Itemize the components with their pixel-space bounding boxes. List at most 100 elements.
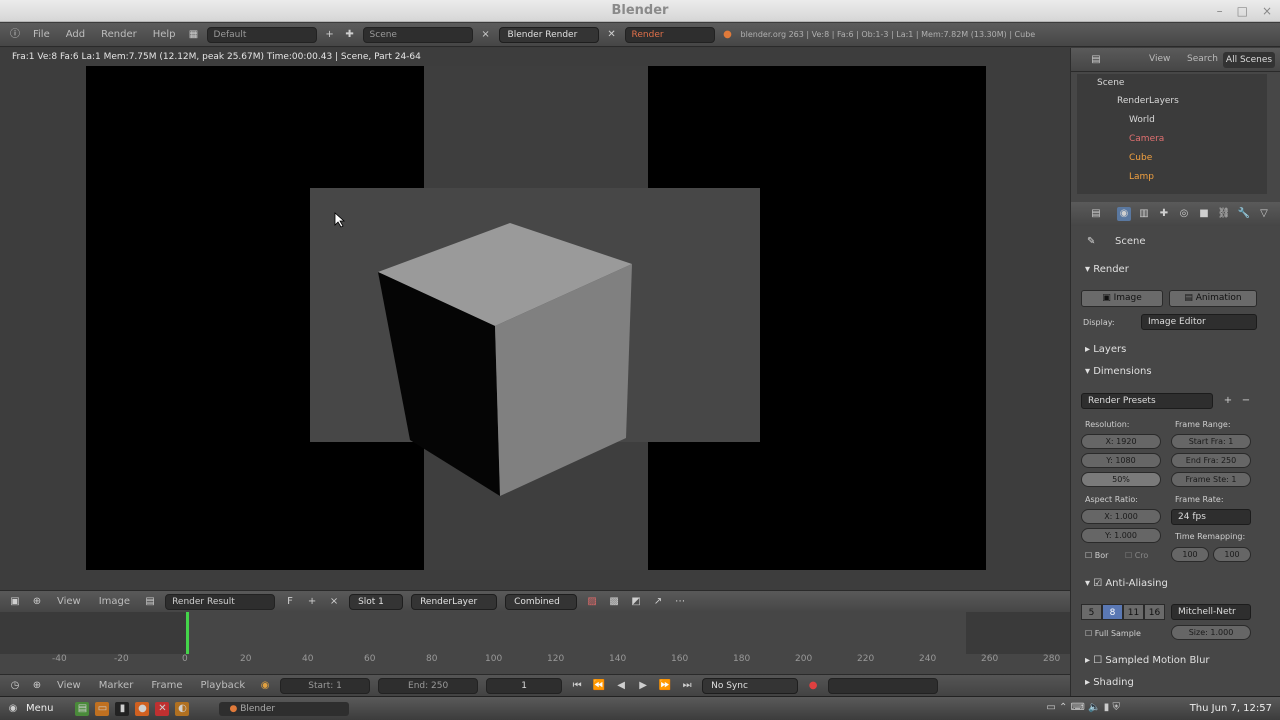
terminal-launcher-icon[interactable]: ▮ — [115, 701, 130, 716]
time-remap-old-field[interactable]: 100 — [1171, 547, 1209, 562]
resolution-percentage-slider[interactable]: 50% — [1081, 472, 1161, 487]
add-preset-icon[interactable]: + — [1221, 394, 1235, 408]
render-panel-header[interactable]: ▾ Render — [1085, 264, 1129, 275]
end-frame-prop-field[interactable]: End Fra: 250 — [1171, 453, 1251, 468]
minimize-button[interactable]: – — [1217, 4, 1223, 18]
aa-sample-11[interactable]: 11 — [1123, 604, 1144, 620]
shield-icon[interactable]: ⛨ — [1113, 702, 1121, 713]
sync-mode-dropdown[interactable]: No Sync — [702, 677, 799, 694]
aa-sample-5[interactable]: 5 — [1081, 604, 1102, 620]
timeline-menu-marker[interactable]: Marker — [94, 680, 139, 691]
remove-scene-icon[interactable]: × — [479, 28, 493, 42]
uv-icon[interactable]: ⋯ — [673, 595, 687, 609]
aa-sample-8[interactable]: 8 — [1102, 604, 1123, 620]
image-name-field[interactable]: Render Result — [165, 593, 276, 610]
outliner-type-icon[interactable]: ▤ — [1089, 53, 1103, 67]
render-presets-dropdown[interactable]: Render Presets — [1081, 393, 1213, 409]
outliner-menu-view[interactable]: View — [1149, 54, 1170, 64]
aa-sample-16[interactable]: 16 — [1144, 604, 1165, 620]
shading-panel-header[interactable]: ▸ Shading — [1085, 677, 1134, 688]
keying-set-field[interactable] — [828, 677, 939, 694]
aspect-y-field[interactable]: Y: 1.000 — [1081, 528, 1161, 543]
anti-aliasing-panel-header[interactable]: ▾ ☑ Anti-Aliasing — [1085, 578, 1168, 589]
image-editor-viewport[interactable] — [0, 48, 1070, 590]
maximize-button[interactable]: □ — [1237, 4, 1248, 18]
crop-checkbox[interactable]: ☐ Cro — [1125, 551, 1148, 560]
image-editor-type-icon[interactable]: ▣ — [8, 595, 22, 609]
world-tab-icon[interactable]: ◎ — [1177, 207, 1191, 221]
menu-icon[interactable]: ◉ — [6, 702, 20, 716]
timeline-type-icon[interactable]: ◷ — [8, 679, 22, 693]
taskbar-blender-window[interactable]: ● Blender — [219, 701, 350, 716]
menu-add[interactable]: Add — [61, 29, 90, 40]
jump-end-icon[interactable]: ⏭ — [680, 679, 694, 693]
aa-size-field[interactable]: Size: 1.000 — [1171, 625, 1251, 640]
outliner-menu-search[interactable]: Search — [1187, 54, 1218, 64]
render-pass-dropdown[interactable]: Combined — [505, 593, 578, 610]
close-button[interactable]: × — [1262, 4, 1272, 18]
folder-launcher-icon[interactable]: ▭ — [95, 701, 110, 716]
frame-step-field[interactable]: Frame Ste: 1 — [1171, 472, 1251, 487]
end-frame-field[interactable]: End: 250 — [378, 677, 479, 694]
image-unlink-icon[interactable]: × — [327, 595, 341, 609]
files-launcher-icon[interactable]: ▤ — [75, 701, 90, 716]
battery-icon[interactable]: ▮ — [1104, 702, 1110, 713]
render-tab-icon[interactable]: ◉ — [1117, 207, 1131, 221]
resolution-x-field[interactable]: X: 1920 — [1081, 434, 1161, 449]
scene-tab-icon[interactable]: ✚ — [1157, 207, 1171, 221]
pin-context-icon[interactable]: ✎ — [1087, 236, 1095, 247]
render-image-button[interactable]: ▣ Image — [1081, 290, 1163, 307]
start-frame-prop-field[interactable]: Start Fra: 1 — [1171, 434, 1251, 449]
outliner-item-cube[interactable]: Cube — [1129, 153, 1152, 163]
outliner-item-lamp[interactable]: Lamp — [1129, 172, 1154, 182]
outliner-item-world[interactable]: World — [1129, 115, 1155, 125]
volume-icon[interactable]: 🔈 — [1088, 702, 1100, 713]
play-reverse-icon[interactable]: ◀ — [614, 679, 628, 693]
frame-rate-dropdown[interactable]: 24 fps — [1171, 509, 1251, 525]
display-channels-icon[interactable]: ▨ — [585, 595, 599, 609]
modifiers-tab-icon[interactable]: 🔧 — [1237, 207, 1251, 221]
app-launcher-icon[interactable]: ✕ — [155, 701, 170, 716]
start-frame-field[interactable]: Start: 1 — [280, 677, 371, 694]
blender-launcher-icon[interactable]: ◐ — [175, 701, 190, 716]
slot-dropdown[interactable]: Slot 1 — [349, 593, 404, 610]
image-fake-user-icon[interactable]: F — [283, 595, 297, 609]
pin-icon[interactable]: ↗ — [651, 595, 665, 609]
scene-field[interactable]: Scene — [362, 26, 473, 43]
keyboard-icon[interactable]: ⌨ — [1071, 702, 1085, 713]
outliner-item-renderlayers[interactable]: RenderLayers — [1117, 96, 1179, 106]
motion-blur-panel-header[interactable]: ▸ ☐ Sampled Motion Blur — [1085, 655, 1210, 666]
image-browse-icon[interactable]: ▤ — [143, 595, 157, 609]
current-frame-indicator[interactable] — [186, 612, 189, 654]
menu-render[interactable]: Render — [96, 29, 142, 40]
layers-panel-header[interactable]: ▸ Layers — [1085, 344, 1126, 355]
menu-help[interactable]: Help — [148, 29, 181, 40]
menu-image[interactable]: Image — [94, 596, 135, 607]
outliner-item-camera[interactable]: Camera — [1129, 134, 1164, 144]
data-tab-icon[interactable]: ▽ — [1257, 207, 1271, 221]
record-icon[interactable]: ● — [806, 679, 820, 693]
border-checkbox[interactable]: ☐ Bor — [1085, 551, 1108, 560]
add-layout-icon[interactable]: + — [323, 28, 337, 42]
render-engine-dropdown[interactable]: Blender Render — [498, 26, 599, 43]
object-tab-icon[interactable]: ■ — [1197, 207, 1211, 221]
timeline-menu-playback[interactable]: Playback — [195, 680, 250, 691]
dimensions-panel-header[interactable]: ▾ Dimensions — [1085, 366, 1152, 377]
screen-layout-icon[interactable]: ▦ — [187, 28, 201, 42]
tray-arrow-icon[interactable]: ⌃ — [1059, 702, 1067, 713]
timeline-menu-view[interactable]: View — [52, 680, 86, 691]
resolution-y-field[interactable]: Y: 1080 — [1081, 453, 1161, 468]
aa-filter-dropdown[interactable]: Mitchell-Netr — [1171, 604, 1251, 620]
alpha-icon[interactable]: ▩ — [607, 595, 621, 609]
image-new-icon[interactable]: + — [305, 595, 319, 609]
timeline-menu-frame[interactable]: Frame — [146, 680, 187, 691]
menu-view[interactable]: View — [52, 596, 86, 607]
network-icon[interactable]: ▭ — [1046, 702, 1055, 713]
current-frame-field[interactable]: 1 — [486, 677, 563, 694]
prev-keyframe-icon[interactable]: ⏪ — [592, 679, 606, 693]
preview-range-icon[interactable]: ◉ — [258, 679, 272, 693]
full-sample-checkbox[interactable]: ☐ Full Sample — [1085, 629, 1141, 638]
timeline-toggle-icon[interactable]: ⊕ — [30, 679, 44, 693]
display-dropdown[interactable]: Image Editor — [1141, 314, 1257, 330]
header-toggle-icon[interactable]: ⊕ — [30, 595, 44, 609]
